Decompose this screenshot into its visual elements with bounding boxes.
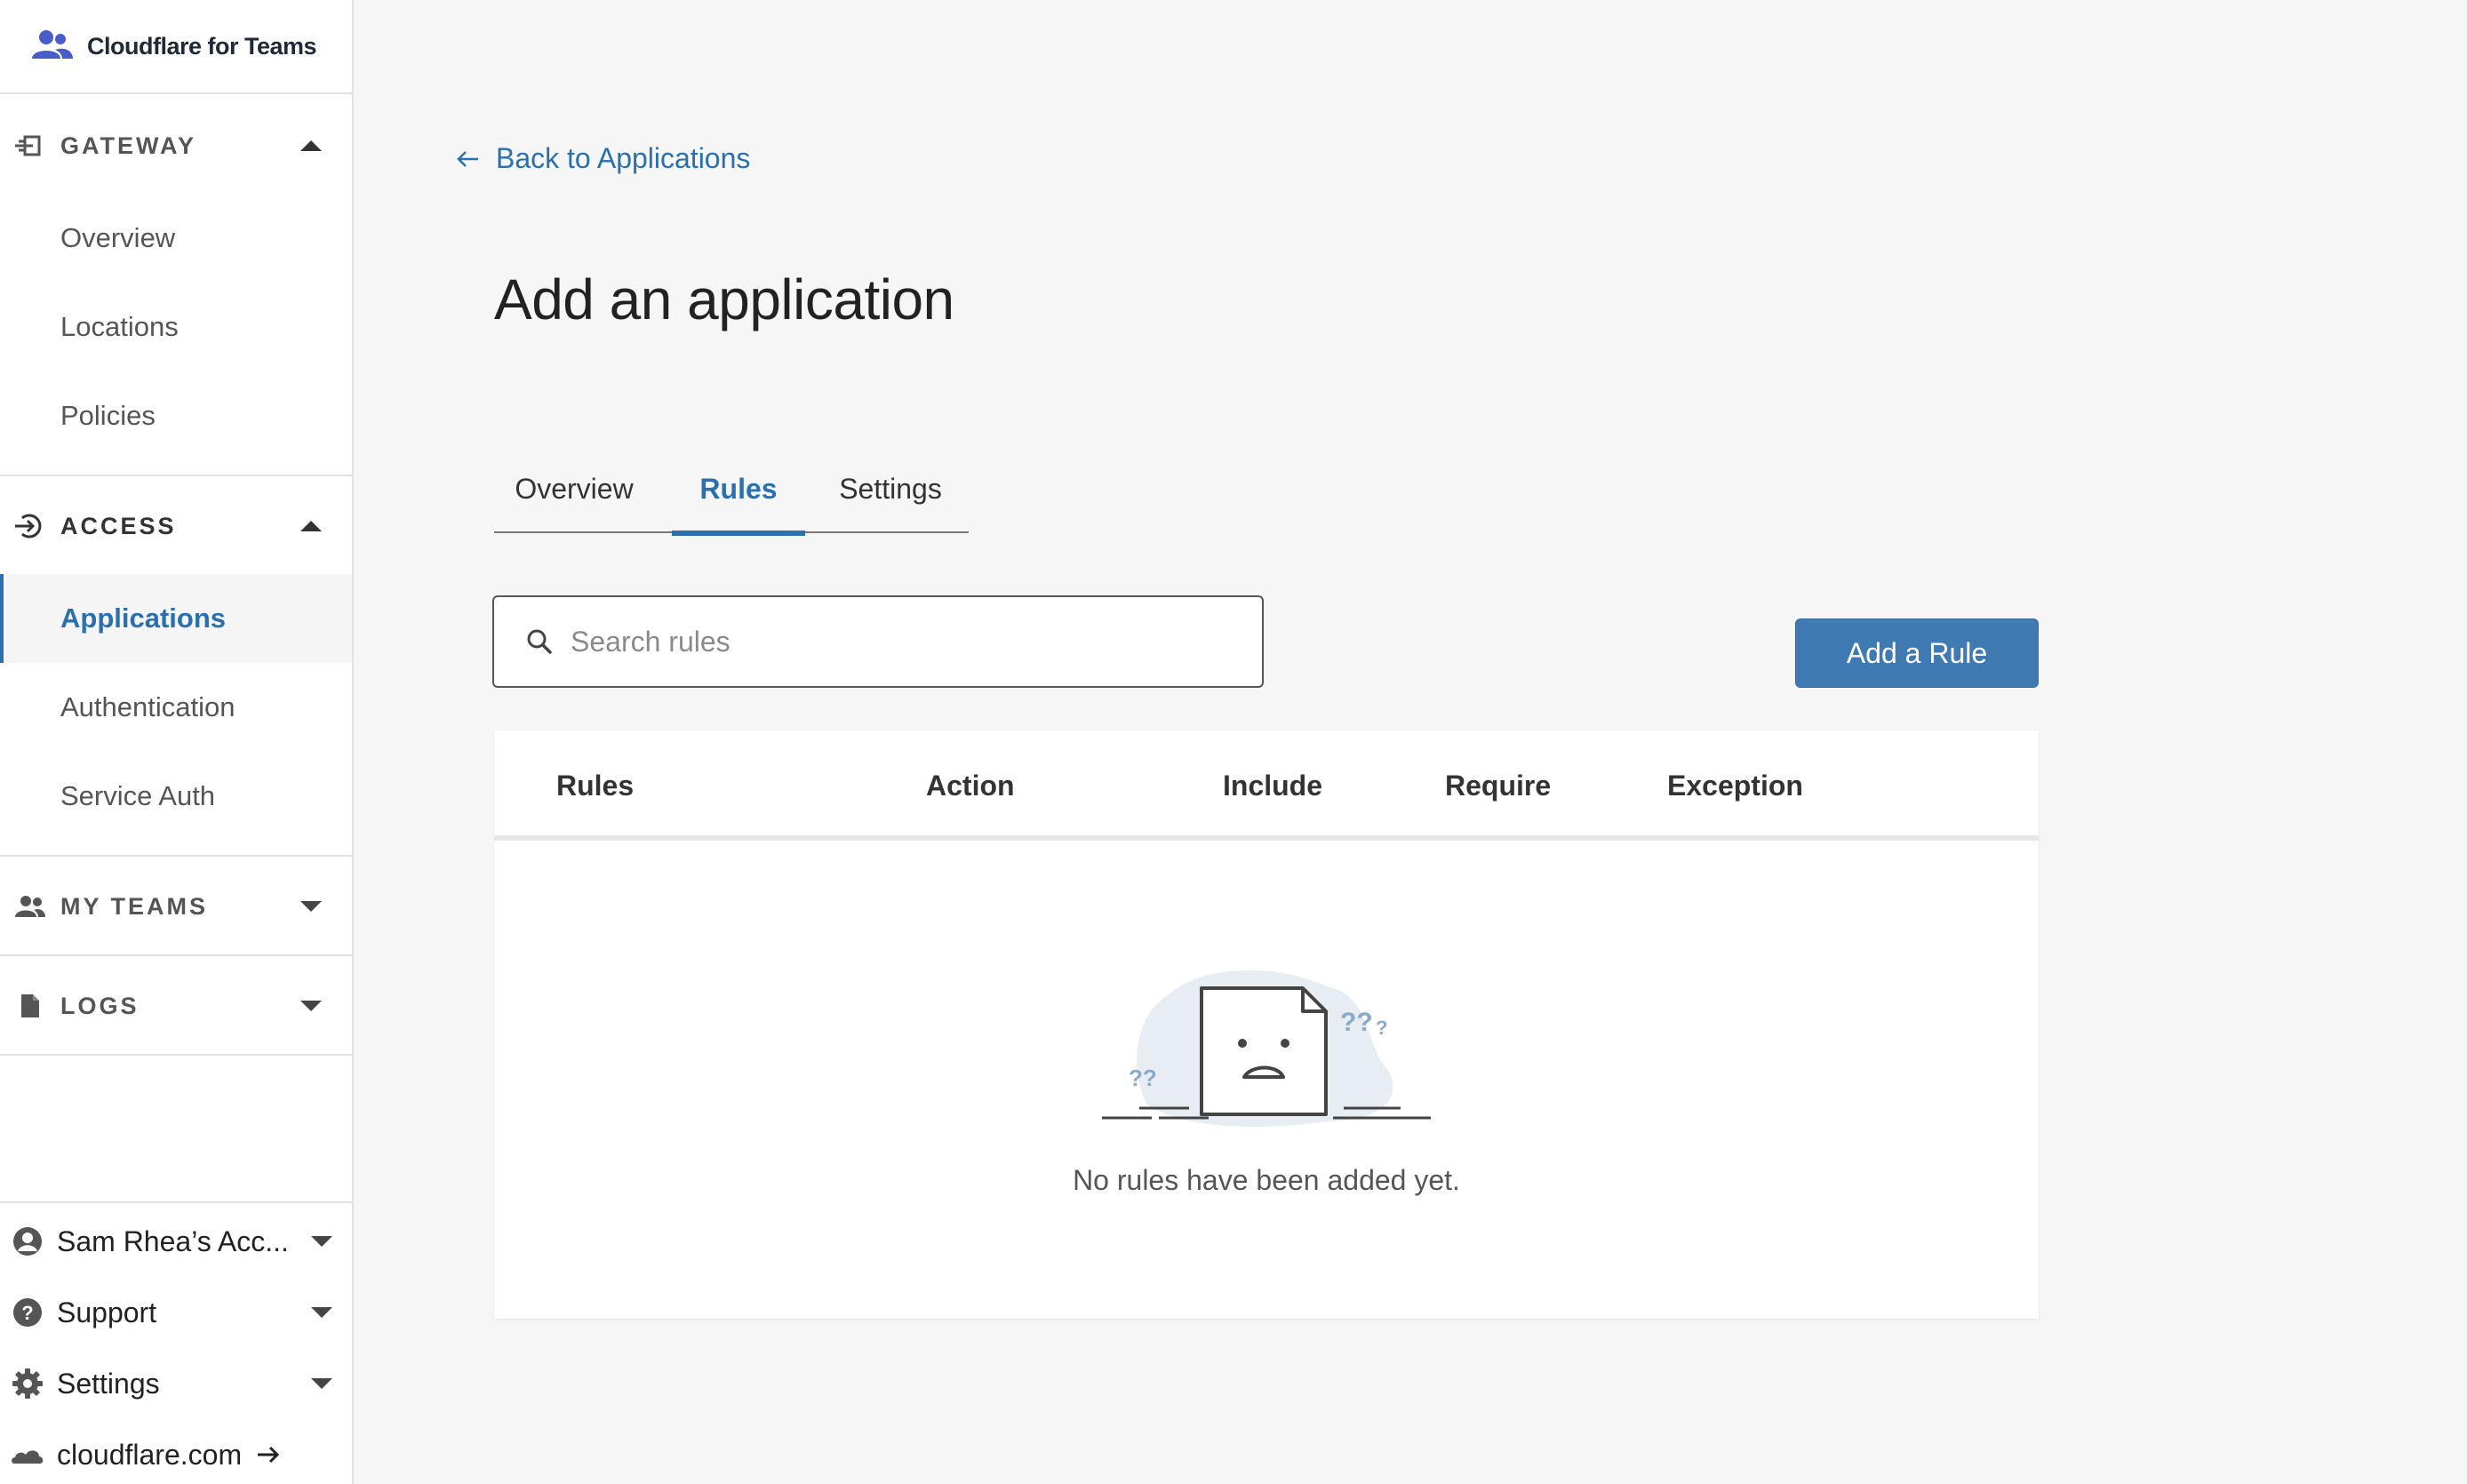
chevron-up-icon[interactable] — [300, 140, 322, 151]
sidebar-item-overview[interactable]: Overview — [0, 194, 352, 283]
sidebar: Cloudflare for Teams GATEWAY Overview Lo… — [0, 0, 354, 1484]
sidebar-section-label: LOGS — [60, 992, 140, 1019]
sidebar-section-label: GATEWAY — [60, 132, 197, 159]
sidebar-item-locations[interactable]: Locations — [0, 283, 352, 371]
chevron-down-icon[interactable] — [311, 1307, 332, 1318]
divider — [0, 475, 352, 476]
gear-icon — [11, 1367, 44, 1400]
divider — [0, 855, 352, 857]
svg-text:??: ?? — [1340, 1008, 1373, 1037]
column-header-rules[interactable]: Rules — [556, 730, 634, 841]
back-to-applications-link[interactable]: Back to Applications — [455, 142, 750, 175]
access-icon — [12, 508, 48, 544]
table-header: Rules Action Include Require Exception — [494, 730, 2039, 841]
svg-text:?: ? — [1376, 1017, 1387, 1039]
site-link-label: cloudflare.com — [57, 1438, 243, 1471]
divider — [0, 954, 352, 956]
settings-menu[interactable]: Settings — [0, 1352, 352, 1415]
chevron-down-icon[interactable] — [300, 1001, 322, 1011]
sidebar-section-gateway[interactable]: GATEWAY — [0, 110, 352, 181]
gateway-icon — [12, 128, 48, 164]
account-selector[interactable]: Sam Rhea’s Acc... — [0, 1210, 352, 1273]
cloud-icon — [11, 1438, 44, 1472]
divider — [0, 1201, 352, 1203]
settings-label: Settings — [57, 1367, 160, 1400]
search-icon — [527, 629, 552, 654]
tab-settings[interactable]: Settings — [823, 444, 958, 533]
sidebar-section-label: MY TEAMS — [60, 892, 209, 920]
rules-table: Rules Action Include Require Exception ?… — [494, 730, 2039, 1319]
tab-overview[interactable]: Overview — [508, 444, 640, 533]
user-circle-icon — [11, 1225, 44, 1258]
page-title: Add an application — [494, 267, 954, 331]
cloudflare-link[interactable]: cloudflare.com — [0, 1424, 352, 1484]
divider — [0, 1054, 352, 1056]
arrow-right-icon — [258, 1446, 280, 1464]
sidebar-item-service-auth[interactable]: Service Auth — [0, 752, 352, 841]
chevron-down-icon[interactable] — [311, 1236, 332, 1247]
brand-header[interactable]: Cloudflare for Teams — [0, 0, 352, 94]
sidebar-item-authentication[interactable]: Authentication — [0, 663, 352, 752]
search-input[interactable] — [571, 625, 1246, 658]
column-header-require[interactable]: Require — [1445, 730, 1551, 841]
chevron-down-icon[interactable] — [311, 1378, 332, 1389]
sidebar-item-applications[interactable]: Applications — [0, 574, 352, 663]
empty-state-illustration: ?? ? ?? — [1102, 970, 1431, 1127]
chevron-down-icon[interactable] — [300, 901, 322, 912]
column-header-action[interactable]: Action — [926, 730, 1015, 841]
add-rule-button[interactable]: Add a Rule — [1795, 618, 2039, 688]
svg-text:??: ?? — [1129, 1065, 1157, 1091]
sidebar-section-access[interactable]: ACCESS — [0, 491, 352, 562]
column-header-exception[interactable]: Exception — [1667, 730, 1803, 841]
brand-name: Cloudflare for Teams — [87, 32, 317, 60]
arrow-left-icon — [457, 150, 478, 167]
column-header-include[interactable]: Include — [1223, 730, 1322, 841]
search-box[interactable] — [492, 595, 1264, 688]
people-icon — [12, 889, 48, 924]
sidebar-item-policies[interactable]: Policies — [0, 371, 352, 460]
support-menu[interactable]: ? Support — [0, 1281, 352, 1344]
back-link-label: Back to Applications — [496, 142, 751, 174]
chevron-up-icon[interactable] — [300, 521, 322, 531]
tab-bar: Overview Rules Settings — [494, 444, 969, 536]
teams-logo-icon — [32, 30, 73, 59]
sidebar-section-label: ACCESS — [60, 512, 177, 539]
svg-text:?: ? — [21, 1302, 33, 1324]
sidebar-section-my-teams[interactable]: MY TEAMS — [0, 871, 352, 942]
account-name: Sam Rhea’s Acc... — [57, 1225, 289, 1257]
sidebar-section-logs[interactable]: LOGS — [0, 970, 352, 1041]
support-label: Support — [57, 1296, 157, 1328]
empty-state-message: No rules have been added yet. — [1073, 1164, 1460, 1196]
help-circle-icon: ? — [11, 1296, 44, 1329]
tab-rules[interactable]: Rules — [672, 444, 805, 536]
document-icon — [12, 988, 48, 1024]
